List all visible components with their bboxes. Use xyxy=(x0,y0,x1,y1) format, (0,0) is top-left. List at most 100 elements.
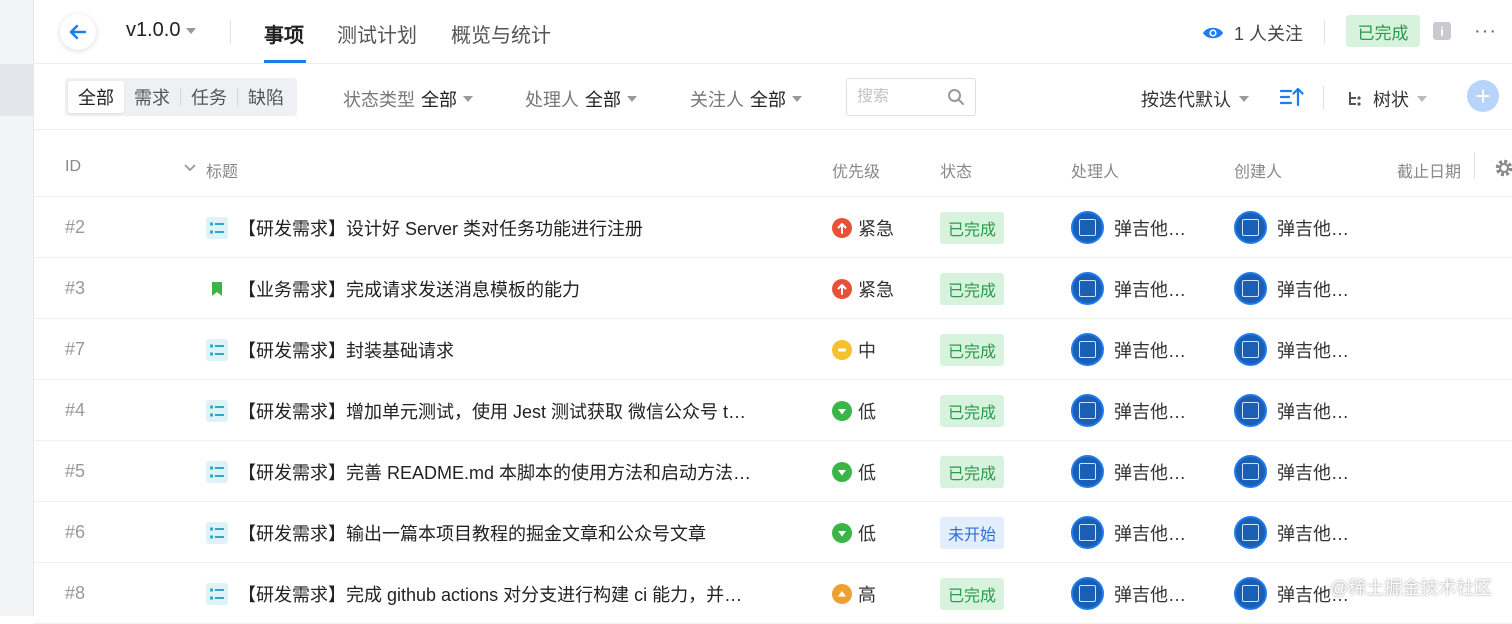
left-sidebar-selected-item[interactable] xyxy=(0,64,34,116)
priority-cell[interactable]: 高 xyxy=(832,563,876,624)
avatar[interactable] xyxy=(1234,516,1267,549)
status-cell[interactable]: 已完成 xyxy=(940,258,1005,319)
status-badge[interactable]: 已完成 xyxy=(940,272,1005,305)
segment-requirement[interactable]: 需求 xyxy=(124,81,180,113)
sort-dropdown[interactable]: 按迭代默认 xyxy=(1141,86,1249,112)
handler-filter-value: 全部 xyxy=(585,90,621,110)
avatar[interactable] xyxy=(1234,394,1267,427)
item-title-cell[interactable]: 【研发需求】完善 README.md 本脚本的使用方法和启动方法… xyxy=(206,441,786,502)
status-cell[interactable]: 已完成 xyxy=(940,563,1005,624)
handler-cell[interactable]: 弹吉他… xyxy=(1071,563,1186,624)
handler-cell[interactable]: 弹吉他… xyxy=(1071,502,1186,563)
version-status-badge[interactable]: 已完成 xyxy=(1346,15,1420,47)
priority-cell[interactable]: 低 xyxy=(832,441,876,502)
avatar[interactable] xyxy=(1234,577,1267,610)
priority-cell[interactable]: 低 xyxy=(832,380,876,441)
status-badge[interactable]: 未开始 xyxy=(940,516,1005,549)
table-row[interactable]: #3 【业务需求】完成请求发送消息模板的能力 紧急 已完成 弹吉他… 弹吉他… xyxy=(34,258,1512,319)
table-row[interactable]: #8 【研发需求】完成 github actions 对分支进行构建 ci 能力，… xyxy=(34,563,1512,624)
segment-all[interactable]: 全部 xyxy=(68,81,124,113)
segment-bug[interactable]: 缺陷 xyxy=(238,81,294,113)
item-title-cell[interactable]: 【研发需求】设计好 Server 类对任务功能进行注册 xyxy=(206,197,786,258)
info-icon[interactable]: i xyxy=(1433,22,1451,40)
more-icon[interactable]: ··· xyxy=(1474,20,1497,43)
column-header-creator[interactable]: 创建人 xyxy=(1234,158,1282,182)
sort-direction-icon[interactable] xyxy=(1280,86,1304,108)
item-title[interactable]: 【研发需求】增加单元测试，使用 Jest 测试获取 微信公众号 t… xyxy=(238,398,746,424)
item-title[interactable]: 【研发需求】完善 README.md 本脚本的使用方法和启动方法… xyxy=(238,459,751,485)
creator-cell: 弹吉他… xyxy=(1234,441,1349,502)
handler-cell[interactable]: 弹吉他… xyxy=(1071,319,1186,380)
table-row[interactable]: #2 【研发需求】设计好 Server 类对任务功能进行注册 紧急 已完成 弹吉他… 弹吉… xyxy=(34,197,1512,258)
add-item-button[interactable]: + xyxy=(1467,80,1499,112)
segment-task[interactable]: 任务 xyxy=(181,81,237,113)
handler-cell[interactable]: 弹吉他… xyxy=(1071,258,1186,319)
status-badge[interactable]: 已完成 xyxy=(940,455,1005,488)
tab-overview-stats[interactable]: 概览与统计 xyxy=(451,19,551,48)
avatar[interactable] xyxy=(1071,272,1104,305)
gear-icon[interactable] xyxy=(1494,158,1512,178)
type-segmented-control: 全部 需求 任务 缺陷 xyxy=(65,78,297,116)
handler-cell[interactable]: 弹吉他… xyxy=(1071,380,1186,441)
eye-icon xyxy=(1203,27,1223,39)
follower-filter[interactable]: 关注人 全部 xyxy=(690,86,802,112)
column-header-deadline[interactable]: 截止日期 xyxy=(1397,158,1461,182)
table-row[interactable]: #6 【研发需求】输出一篇本项目教程的掘金文章和公众号文章 低 未开始 弹吉他… 弹吉他… xyxy=(34,502,1512,563)
column-header-priority[interactable]: 优先级 xyxy=(832,158,880,182)
status-cell[interactable]: 已完成 xyxy=(940,380,1005,441)
item-title-cell[interactable]: 【研发需求】增加单元测试，使用 Jest 测试获取 微信公众号 t… xyxy=(206,380,786,441)
handler-filter[interactable]: 处理人 全部 xyxy=(525,86,637,112)
status-type-filter[interactable]: 状态类型 全部 xyxy=(343,86,473,112)
status-badge[interactable]: 已完成 xyxy=(940,577,1005,610)
priority-cell[interactable]: 中 xyxy=(832,319,876,380)
search-input[interactable] xyxy=(857,88,937,106)
column-header-title[interactable]: 标题 xyxy=(206,158,238,182)
item-title-cell[interactable]: 【研发需求】输出一篇本项目教程的掘金文章和公众号文章 xyxy=(206,502,786,563)
status-badge[interactable]: 已完成 xyxy=(940,333,1005,366)
chevron-down-icon[interactable] xyxy=(184,164,196,172)
table-row[interactable]: #4 【研发需求】增加单元测试，使用 Jest 测试获取 微信公众号 t… 低 已完成… xyxy=(34,380,1512,441)
avatar[interactable] xyxy=(1071,333,1104,366)
item-title-cell[interactable]: 【研发需求】封装基础请求 xyxy=(206,319,786,380)
status-badge[interactable]: 已完成 xyxy=(940,211,1005,244)
handler-cell[interactable]: 弹吉他… xyxy=(1071,197,1186,258)
avatar[interactable] xyxy=(1234,211,1267,244)
column-header-status[interactable]: 状态 xyxy=(940,158,972,182)
tab-items[interactable]: 事项 xyxy=(264,19,304,48)
priority-cell[interactable]: 紧急 xyxy=(832,197,894,258)
avatar[interactable] xyxy=(1071,455,1104,488)
avatar[interactable] xyxy=(1071,394,1104,427)
item-title[interactable]: 【研发需求】封装基础请求 xyxy=(238,337,454,363)
item-title[interactable]: 【研发需求】设计好 Server 类对任务功能进行注册 xyxy=(238,215,643,241)
version-selector[interactable]: v1.0.0 xyxy=(126,19,197,42)
avatar[interactable] xyxy=(1234,272,1267,305)
table-row[interactable]: #5 【研发需求】完善 README.md 本脚本的使用方法和启动方法… 低 已完成 弹… xyxy=(34,441,1512,502)
item-title-cell[interactable]: 【业务需求】完成请求发送消息模板的能力 xyxy=(206,258,786,319)
status-cell[interactable]: 已完成 xyxy=(940,197,1005,258)
avatar[interactable] xyxy=(1071,577,1104,610)
item-title[interactable]: 【研发需求】输出一篇本项目教程的掘金文章和公众号文章 xyxy=(238,520,706,546)
back-button[interactable] xyxy=(60,14,96,50)
table-row[interactable]: #7 【研发需求】封装基础请求 中 已完成 弹吉他… 弹吉他… xyxy=(34,319,1512,380)
column-header-id[interactable]: ID xyxy=(65,158,81,176)
search-icon[interactable] xyxy=(947,88,965,106)
avatar[interactable] xyxy=(1071,516,1104,549)
avatar[interactable] xyxy=(1234,333,1267,366)
priority-cell[interactable]: 紧急 xyxy=(832,258,894,319)
status-badge[interactable]: 已完成 xyxy=(940,394,1005,427)
item-title[interactable]: 【研发需求】完成 github actions 对分支进行构建 ci 能力，并… xyxy=(238,581,742,607)
tab-test-plan[interactable]: 测试计划 xyxy=(337,19,417,48)
item-title[interactable]: 【业务需求】完成请求发送消息模板的能力 xyxy=(238,276,580,302)
item-title-cell[interactable]: 【研发需求】完成 github actions 对分支进行构建 ci 能力，并… xyxy=(206,563,786,624)
status-cell[interactable]: 已完成 xyxy=(940,441,1005,502)
handler-cell[interactable]: 弹吉他… xyxy=(1071,441,1186,502)
status-cell[interactable]: 未开始 xyxy=(940,502,1005,563)
priority-cell[interactable]: 低 xyxy=(832,502,876,563)
column-header-handler[interactable]: 处理人 xyxy=(1071,158,1119,182)
priority-high-icon xyxy=(832,583,852,604)
avatar[interactable] xyxy=(1234,455,1267,488)
watch-button[interactable]: 1 人关注 xyxy=(1202,20,1303,46)
status-cell[interactable]: 已完成 xyxy=(940,319,1005,380)
view-mode-dropdown[interactable]: 树状 xyxy=(1347,86,1427,112)
avatar[interactable] xyxy=(1071,211,1104,244)
